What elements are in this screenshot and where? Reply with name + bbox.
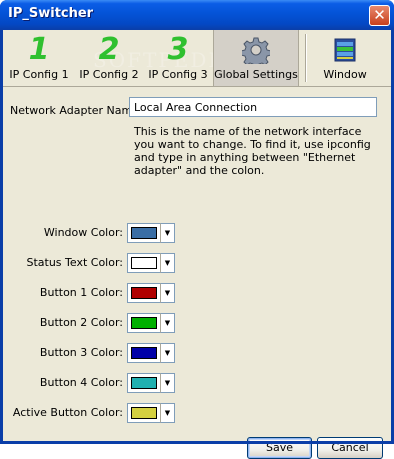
button-2-color-picker[interactable]: ▼ (127, 313, 175, 333)
window-title: IP_Switcher (8, 6, 94, 21)
chevron-down-icon[interactable]: ▼ (160, 403, 175, 423)
toolbar-separator (305, 34, 307, 82)
status-text-color-picker[interactable]: ▼ (127, 253, 175, 273)
number-2-icon: 2 (98, 32, 120, 67)
color-swatch (131, 317, 157, 329)
adapter-name-label: Network Adapter Name (10, 104, 140, 117)
swatch-box (127, 313, 161, 333)
color-swatch (131, 257, 157, 269)
chevron-down-icon[interactable]: ▼ (160, 343, 175, 363)
toolbar-ip-config-1[interactable]: 1 IP Config 1 (5, 30, 73, 86)
toolbar-label: IP Config 3 (148, 68, 208, 81)
number-3-icon: 3 (167, 32, 189, 67)
chevron-down-icon[interactable]: ▼ (160, 313, 175, 333)
swatch-box (127, 283, 161, 303)
color-label: Active Button Color: (12, 406, 123, 419)
active-button-color-picker[interactable]: ▼ (127, 403, 175, 423)
color-swatch (131, 227, 157, 239)
title-bar[interactable]: IP_Switcher ✕ (0, 0, 394, 30)
global-settings-panel: Network Adapter Name Local Area Connecti… (3, 87, 391, 459)
color-label: Button 3 Color: (39, 346, 123, 359)
toolbar-label: IP Config 1 (9, 68, 69, 81)
window-color-row: Window Color: ▼ (3, 223, 391, 243)
color-label: Button 4 Color: (39, 376, 123, 389)
toolbar-ip-config-2[interactable]: 2 IP Config 2 (75, 30, 143, 86)
adapter-help-text: This is the name of the network interfac… (134, 125, 371, 177)
gear-icon (242, 37, 270, 64)
chevron-down-icon[interactable]: ▼ (160, 373, 175, 393)
button-3-color-picker[interactable]: ▼ (127, 343, 175, 363)
toolbar-window[interactable]: Window (309, 30, 381, 86)
chevron-down-icon[interactable]: ▼ (160, 283, 175, 303)
color-swatch (131, 347, 157, 359)
close-icon: ✕ (373, 6, 386, 24)
color-label: Window Color: (43, 226, 123, 239)
button-1-color-row: Button 1 Color: ▼ (3, 283, 391, 303)
client-area: SOFTPEDIA 1 IP Config 1 2 IP Config 2 3 … (3, 30, 391, 459)
button-1-color-picker[interactable]: ▼ (127, 283, 175, 303)
window-icon (334, 38, 356, 62)
swatch-box (127, 253, 161, 273)
toolbar-label: Global Settings (214, 68, 298, 81)
toolbar-global-settings[interactable]: Global Settings (213, 30, 299, 86)
color-label: Button 2 Color: (39, 316, 123, 329)
swatch-box (127, 403, 161, 423)
color-swatch (131, 407, 157, 419)
button-3-color-row: Button 3 Color: ▼ (3, 343, 391, 363)
window-color-picker[interactable]: ▼ (127, 223, 175, 243)
color-swatch (131, 377, 157, 389)
toolbar-label: Window (323, 68, 367, 81)
color-label: Button 1 Color: (39, 286, 123, 299)
number-1-icon: 1 (28, 32, 50, 67)
swatch-box (127, 373, 161, 393)
button-2-color-row: Button 2 Color: ▼ (3, 313, 391, 333)
chevron-down-icon[interactable]: ▼ (160, 223, 175, 243)
app-window: IP_Switcher ✕ SOFTPEDIA 1 IP Config 1 2 … (0, 0, 394, 459)
button-4-color-picker[interactable]: ▼ (127, 373, 175, 393)
color-label: Status Text Color: (26, 256, 123, 269)
status-text-color-row: Status Text Color: ▼ (3, 253, 391, 273)
toolbar-label: IP Config 2 (79, 68, 139, 81)
toolbar: SOFTPEDIA 1 IP Config 1 2 IP Config 2 3 … (3, 30, 391, 87)
toolbar-ip-config-3[interactable]: 3 IP Config 3 (144, 30, 212, 86)
chevron-down-icon[interactable]: ▼ (160, 253, 175, 273)
button-4-color-row: Button 4 Color: ▼ (3, 373, 391, 393)
adapter-name-input[interactable]: Local Area Connection (129, 97, 377, 117)
active-button-color-row: Active Button Color: ▼ (3, 403, 391, 423)
close-button[interactable]: ✕ (369, 5, 390, 26)
swatch-box (127, 223, 161, 243)
swatch-box (127, 343, 161, 363)
color-swatch (131, 287, 157, 299)
